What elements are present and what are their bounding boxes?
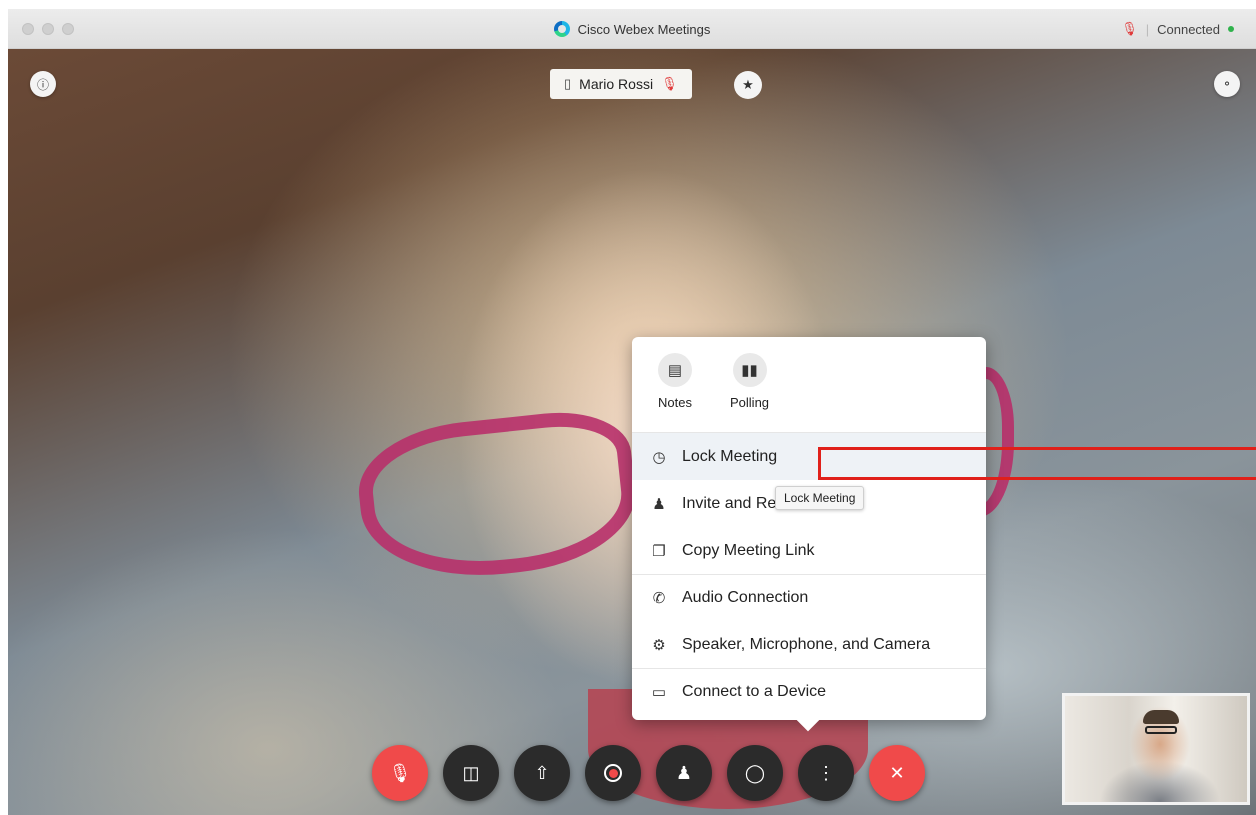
webex-window: Cisco Webex Meetings 🎙︎ | Connected ⓘ ⚬ …	[8, 9, 1256, 815]
menu-item-label: Audio Connection	[682, 589, 809, 606]
copy-icon: ❐	[652, 542, 666, 560]
video-detail	[1145, 726, 1177, 734]
window-title: Cisco Webex Meetings	[577, 21, 711, 37]
status-text: Connected	[1157, 21, 1220, 37]
video-detail	[1143, 710, 1179, 724]
menu-item-label: Connect to a Device	[682, 683, 827, 700]
pin-icon[interactable]: ★	[734, 71, 762, 99]
mute-button[interactable]: 🎙︎	[372, 745, 428, 801]
participant-name-tag: ▯ Mario Rossi 🎙︎	[550, 69, 692, 99]
share-button[interactable]: ⇧	[514, 745, 570, 801]
polling-label: Polling	[730, 395, 770, 410]
more-icon: ⋮	[817, 762, 835, 783]
copy-meeting-link-item[interactable]: ❐ Copy Meeting Link	[632, 527, 986, 574]
connect-to-device-item[interactable]: ▭ Connect to a Device	[632, 668, 986, 715]
status-dot-icon	[1228, 26, 1234, 32]
menu-item-label: Lock Meeting	[682, 447, 778, 465]
video-off-icon: ◫	[462, 762, 480, 783]
polling-icon: ▮▮	[732, 353, 767, 387]
highlight-annotation	[818, 447, 1256, 480]
muted-mic-icon: 🎙︎	[661, 76, 678, 91]
menu-item-label: Copy Meeting Link	[682, 541, 815, 559]
meeting-controls: 🎙︎ ◫ ⇧ ♟ ◯ ⋮ ✕	[372, 745, 925, 801]
more-options-menu: ▤ Notes ▮▮ Polling ◷ Lock Meeting ♟ Invi…	[632, 337, 986, 720]
info-icon[interactable]: ⓘ	[30, 71, 56, 97]
notes-label: Notes	[658, 395, 692, 410]
gear-icon: ⚙	[652, 636, 666, 654]
participants-button[interactable]: ♟	[656, 745, 712, 801]
audio-connection-item[interactable]: ✆ Audio Connection	[632, 574, 986, 621]
quick-actions: ▤ Notes ▮▮ Polling	[632, 337, 986, 433]
webex-logo-icon	[553, 21, 570, 37]
self-view-video[interactable]	[1062, 693, 1250, 805]
leave-button[interactable]: ✕	[869, 745, 925, 801]
connection-status: 🎙︎ | Connected	[1121, 9, 1234, 49]
record-icon	[604, 764, 622, 782]
speaker-microphone-camera-item[interactable]: ⚙ Speaker, Microphone, and Camera	[632, 621, 986, 668]
video-detail	[352, 405, 643, 588]
notes-button[interactable]: ▤ Notes	[658, 353, 692, 410]
chat-button[interactable]: ◯	[727, 745, 783, 801]
notes-icon: ▤	[658, 353, 692, 387]
participants-icon: ♟	[675, 762, 693, 783]
cast-icon: ▭	[651, 684, 667, 701]
chat-icon: ◯	[744, 762, 766, 783]
participant-name: Mario Rossi	[579, 76, 654, 92]
record-button[interactable]	[585, 745, 641, 801]
menu-item-label: Speaker, Microphone, and Camera	[682, 635, 931, 653]
video-button[interactable]: ◫	[443, 745, 499, 801]
phone-icon: ▯	[564, 76, 572, 91]
layout-icon[interactable]: ⚬	[1214, 71, 1240, 97]
title-area: Cisco Webex Meetings	[8, 9, 1256, 49]
lock-meeting-tooltip: Lock Meeting	[775, 486, 865, 510]
share-icon: ⇧	[534, 762, 550, 783]
lock-icon: ◷	[652, 448, 666, 466]
muted-mic-icon: 🎙︎	[1121, 21, 1138, 36]
muted-mic-icon: 🎙︎	[388, 762, 412, 783]
polling-button[interactable]: ▮▮ Polling	[730, 353, 769, 410]
more-button[interactable]: ⋮	[798, 745, 854, 801]
close-icon: ✕	[889, 762, 905, 783]
phone-icon: ✆	[652, 590, 666, 607]
invite-icon: ♟	[652, 495, 666, 513]
status-separator: |	[1145, 21, 1150, 37]
title-bar: Cisco Webex Meetings 🎙︎ | Connected	[8, 9, 1256, 49]
